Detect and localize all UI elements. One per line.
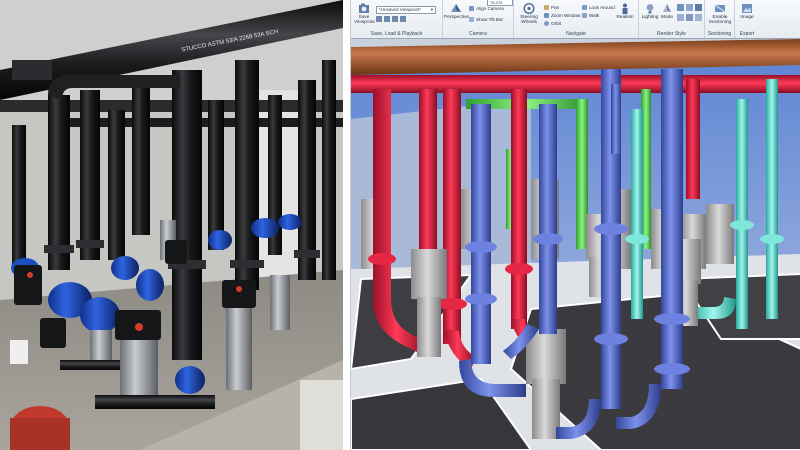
align-camera-button[interactable]: Align Camera [469, 6, 504, 12]
lighting-button[interactable]: Lighting [641, 3, 659, 20]
group-label-render-style: Render Style [657, 31, 686, 37]
group-label-sectioning: Sectioning [707, 31, 732, 37]
wireframe-icon[interactable] [686, 4, 693, 11]
image-label: Image [740, 15, 754, 20]
show-tilt-bar-button[interactable]: Show Tilt Bar [469, 17, 504, 23]
mode-button[interactable]: Mode [659, 3, 675, 20]
group-export: Image Export [735, 0, 759, 38]
section-plane-icon [714, 4, 726, 13]
steering-wheels-button[interactable]: Steering Wheels [515, 3, 543, 25]
steering-wheel-icon [523, 3, 535, 14]
zoom-window-label: Zoom Window [551, 13, 581, 18]
align-camera-label: Align Camera [476, 6, 504, 11]
image-export-icon [742, 4, 752, 13]
group-label-navigate: Navigate [566, 31, 586, 37]
playback-controls [376, 16, 436, 23]
enable-sectioning-button[interactable]: Enable Sectioning [706, 3, 734, 25]
points-icon[interactable] [677, 14, 684, 21]
zoom-window-button[interactable]: Zoom Window [544, 13, 581, 19]
save-viewpoint-button[interactable]: Save Viewpoint [354, 3, 375, 25]
steering-wheels-label: Steering Wheels [520, 15, 538, 25]
enable-sectioning-label: Enable Sectioning [708, 15, 732, 25]
step-back-icon[interactable] [384, 16, 390, 22]
lighting-label: Lighting [641, 15, 659, 20]
person-icon [622, 3, 628, 14]
orbit-label: Orbit [551, 21, 561, 26]
perspective-label: Perspective [444, 15, 470, 20]
group-sectioning: Enable Sectioning Sectioning [705, 0, 735, 38]
rewind-icon[interactable] [376, 16, 382, 22]
save-viewpoint-icon [359, 3, 369, 13]
field-of-view-input[interactable]: 75.375 [487, 0, 513, 6]
viewpoint-dropdown-value: *Unsaved Viewpoint* [379, 7, 421, 12]
eye-icon [582, 5, 587, 11]
save-viewpoint-label: Save Viewpoint [354, 15, 375, 25]
look-around-label: Look Around [589, 5, 615, 10]
lightbulb-icon [646, 4, 654, 14]
group-render-style: Lighting Mode Render Style [639, 0, 705, 38]
hidden-line-icon[interactable] [695, 4, 702, 11]
3d-model-viewport[interactable] [351, 39, 800, 450]
chevron-down-icon: ▾ [430, 7, 433, 12]
walk-icon [582, 13, 587, 19]
group-camera: Perspective Align Camera 75.375 Show Til… [443, 0, 514, 38]
field-of-view-value: 75.375 [490, 0, 503, 5]
look-around-button[interactable]: Look Around [582, 5, 615, 11]
pan-label: Pan [551, 5, 560, 10]
group-label-export: Export [739, 31, 755, 37]
show-tilt-bar-label: Show Tilt Bar [476, 17, 504, 22]
pan-button[interactable]: Pan [544, 5, 560, 11]
play-icon[interactable] [392, 16, 398, 22]
text-icon[interactable] [695, 14, 702, 21]
align-camera-icon [469, 6, 474, 12]
orbit-button[interactable]: Orbit [544, 21, 561, 27]
lines-icon[interactable] [686, 14, 693, 21]
group-save-load-playback: Save Viewpoint *Unsaved Viewpoint* ▾ Save… [351, 0, 443, 38]
walk-label: Walk [589, 13, 600, 18]
group-label-camera: Camera [469, 31, 487, 37]
image-button[interactable]: Image [736, 3, 758, 20]
mode-label: Mode [661, 15, 673, 20]
shaded-icon[interactable] [677, 4, 684, 11]
render-mode-icon [663, 4, 671, 12]
zoom-icon [544, 13, 549, 19]
pump-room-photo: STUCCO ASTM 53/A 2268 53A SCH [0, 0, 343, 450]
realism-label: Realism [616, 15, 634, 20]
render-toggles [677, 4, 703, 26]
walk-button[interactable]: Walk [582, 13, 600, 19]
orbit-icon [544, 21, 549, 27]
stop-icon[interactable] [400, 16, 406, 22]
perspective-button[interactable]: Perspective [444, 3, 470, 20]
navisworks-window: Save Viewpoint *Unsaved Viewpoint* ▾ Save… [350, 0, 800, 450]
group-navigate: Steering Wheels Pan Zoom Window Orbit Lo… [514, 0, 639, 38]
tilt-bar-icon [469, 17, 474, 23]
ribbon-toolbar: Save Viewpoint *Unsaved Viewpoint* ▾ Save… [351, 0, 800, 39]
pan-hand-icon [544, 5, 549, 11]
group-label-save-load-playback: Save, Load & Playback [370, 31, 423, 37]
realism-button[interactable]: Realism [614, 3, 636, 20]
viewpoint-dropdown[interactable]: *Unsaved Viewpoint* ▾ [376, 6, 436, 14]
perspective-icon [451, 4, 461, 12]
